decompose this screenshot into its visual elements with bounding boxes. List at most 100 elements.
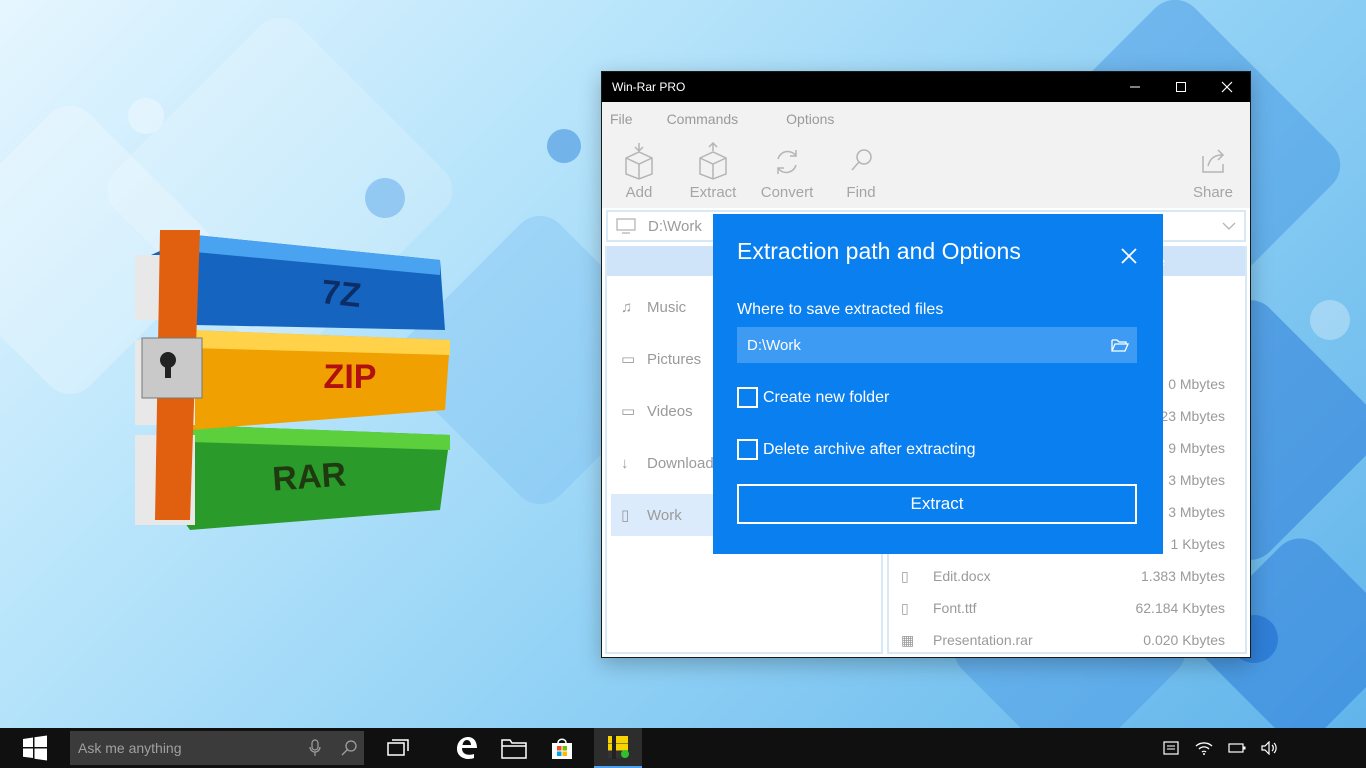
task-view-icon	[387, 739, 409, 756]
edge-button[interactable]	[442, 728, 490, 768]
dialog-close-button[interactable]	[1121, 248, 1137, 269]
save-location-label: Where to save extracted files	[737, 301, 944, 318]
store-button[interactable]	[538, 728, 586, 768]
sidebar-item-label: Pictures	[647, 350, 702, 368]
taskbar: Ask me anything	[0, 728, 1366, 768]
sidebar-item-label: Download	[647, 454, 714, 472]
extract-icon	[699, 142, 727, 180]
create-folder-checkbox[interactable]	[737, 387, 758, 408]
file-icon: ▯	[901, 599, 909, 616]
action-center-button[interactable]	[1154, 741, 1187, 755]
add-archive-icon	[625, 143, 653, 180]
volume-button[interactable]	[1253, 741, 1286, 755]
file-size: 23 Mbytes	[1160, 408, 1225, 424]
share-button[interactable]: Share	[1176, 142, 1250, 201]
task-view-button[interactable]	[374, 728, 422, 768]
add-label: Add	[625, 184, 653, 201]
extract-path-value: D:\Work	[747, 336, 801, 354]
close-icon	[1221, 81, 1233, 93]
find-label: Find	[846, 184, 876, 201]
archive-icon: ▦	[901, 631, 915, 648]
menu-bar: File Commands Options	[602, 102, 1250, 136]
current-path: D:\Work	[648, 217, 702, 235]
file-size: 1 Kbytes	[1170, 536, 1225, 552]
extract-button[interactable]: Extract	[676, 142, 750, 201]
sidebar-item-label: Work	[647, 506, 682, 524]
extract-confirm-button[interactable]: Extract	[737, 484, 1137, 524]
list-item[interactable]: ▯ Edit.docx 1.383 Mbytes	[901, 560, 1225, 592]
maximize-icon	[1176, 82, 1186, 92]
file-size: 3 Mbytes	[1168, 472, 1225, 488]
delete-archive-checkbox[interactable]	[737, 439, 758, 460]
battery-icon	[1227, 743, 1245, 753]
list-item[interactable]: ▦ Presentation.rar 0.020 Kbytes	[901, 624, 1225, 656]
create-folder-option[interactable]: Create new folder	[737, 387, 1139, 408]
archive-books-illustration: RAR ZIP 7Z	[135, 230, 450, 530]
7z-label: 7Z	[319, 273, 362, 315]
computer-icon	[616, 218, 636, 234]
winrar-app-icon	[608, 735, 629, 759]
create-folder-label: Create new folder	[763, 388, 890, 406]
convert-button[interactable]: Convert	[750, 142, 824, 201]
find-button[interactable]: Find	[824, 142, 898, 201]
delete-archive-label: Delete archive after extracting	[763, 440, 976, 458]
file-size: 62.184 Kbytes	[1135, 600, 1225, 616]
file-name: Edit.docx	[933, 568, 991, 584]
start-button[interactable]	[0, 728, 70, 768]
toolbar: Add Extract Convert Find Share	[602, 136, 1250, 208]
battery-button[interactable]	[1220, 743, 1253, 753]
wifi-icon	[1195, 742, 1212, 755]
extract-label: Extract	[689, 184, 737, 201]
notification-icon	[1162, 741, 1179, 755]
search-icon[interactable]	[340, 739, 358, 757]
microphone-icon[interactable]	[308, 739, 322, 757]
window-title: Win-Rar PRO	[612, 80, 686, 94]
store-icon	[552, 738, 572, 759]
extraction-dialog: Extraction path and Options Where to sav…	[713, 214, 1163, 554]
share-icon	[1202, 149, 1225, 173]
file-size: 0 Mbytes	[1168, 376, 1225, 392]
file-explorer-button[interactable]	[490, 728, 538, 768]
minimize-icon	[1130, 86, 1140, 88]
music-icon: ♫	[621, 298, 633, 316]
share-label: Share	[1192, 184, 1234, 201]
file-size: 1.383 Mbytes	[1140, 568, 1225, 584]
file-size: 9 Mbytes	[1168, 440, 1225, 456]
video-icon: ▭	[621, 403, 636, 420]
file-size: 3 Mbytes	[1168, 504, 1225, 520]
windows-logo-icon	[23, 735, 47, 761]
search-icon	[851, 149, 872, 171]
close-icon	[1121, 248, 1137, 264]
edge-browser-icon	[457, 737, 477, 759]
delete-archive-option[interactable]: Delete archive after extracting	[737, 439, 1139, 460]
minimize-button[interactable]	[1112, 72, 1158, 102]
chevron-down-icon	[1222, 222, 1236, 230]
file-name: Font.ttf	[933, 600, 977, 616]
download-icon: ↓	[621, 454, 629, 472]
open-folder-icon[interactable]	[1111, 338, 1129, 352]
picture-icon: ▭	[621, 351, 636, 368]
convert-icon	[777, 150, 797, 174]
network-button[interactable]	[1187, 741, 1220, 755]
file-icon: ▯	[901, 567, 909, 584]
search-box[interactable]: Ask me anything	[70, 731, 364, 765]
menu-file[interactable]: File	[610, 111, 633, 127]
menu-commands[interactable]: Commands	[667, 111, 739, 127]
file-name: Presentation.rar	[933, 632, 1033, 648]
list-item[interactable]: ▯ Font.ttf 62.184 Kbytes	[901, 592, 1225, 624]
volume-icon	[1260, 741, 1277, 755]
file-size: 0.020 Kbytes	[1143, 632, 1225, 648]
sidebar-item-label: Videos	[647, 402, 693, 420]
add-button[interactable]: Add	[602, 142, 676, 201]
title-bar[interactable]: Win-Rar PRO	[602, 72, 1250, 102]
menu-options[interactable]: Options	[786, 111, 834, 127]
maximize-button[interactable]	[1158, 72, 1204, 102]
document-icon: ▯	[621, 507, 630, 524]
extract-path-input[interactable]: D:\Work	[737, 327, 1137, 363]
convert-label: Convert	[760, 184, 814, 201]
winrar-taskbar-button[interactable]	[594, 728, 642, 768]
system-tray	[1154, 741, 1286, 755]
close-window-button[interactable]	[1204, 72, 1250, 102]
search-placeholder: Ask me anything	[78, 740, 182, 756]
rar-label: RAR	[271, 456, 347, 499]
